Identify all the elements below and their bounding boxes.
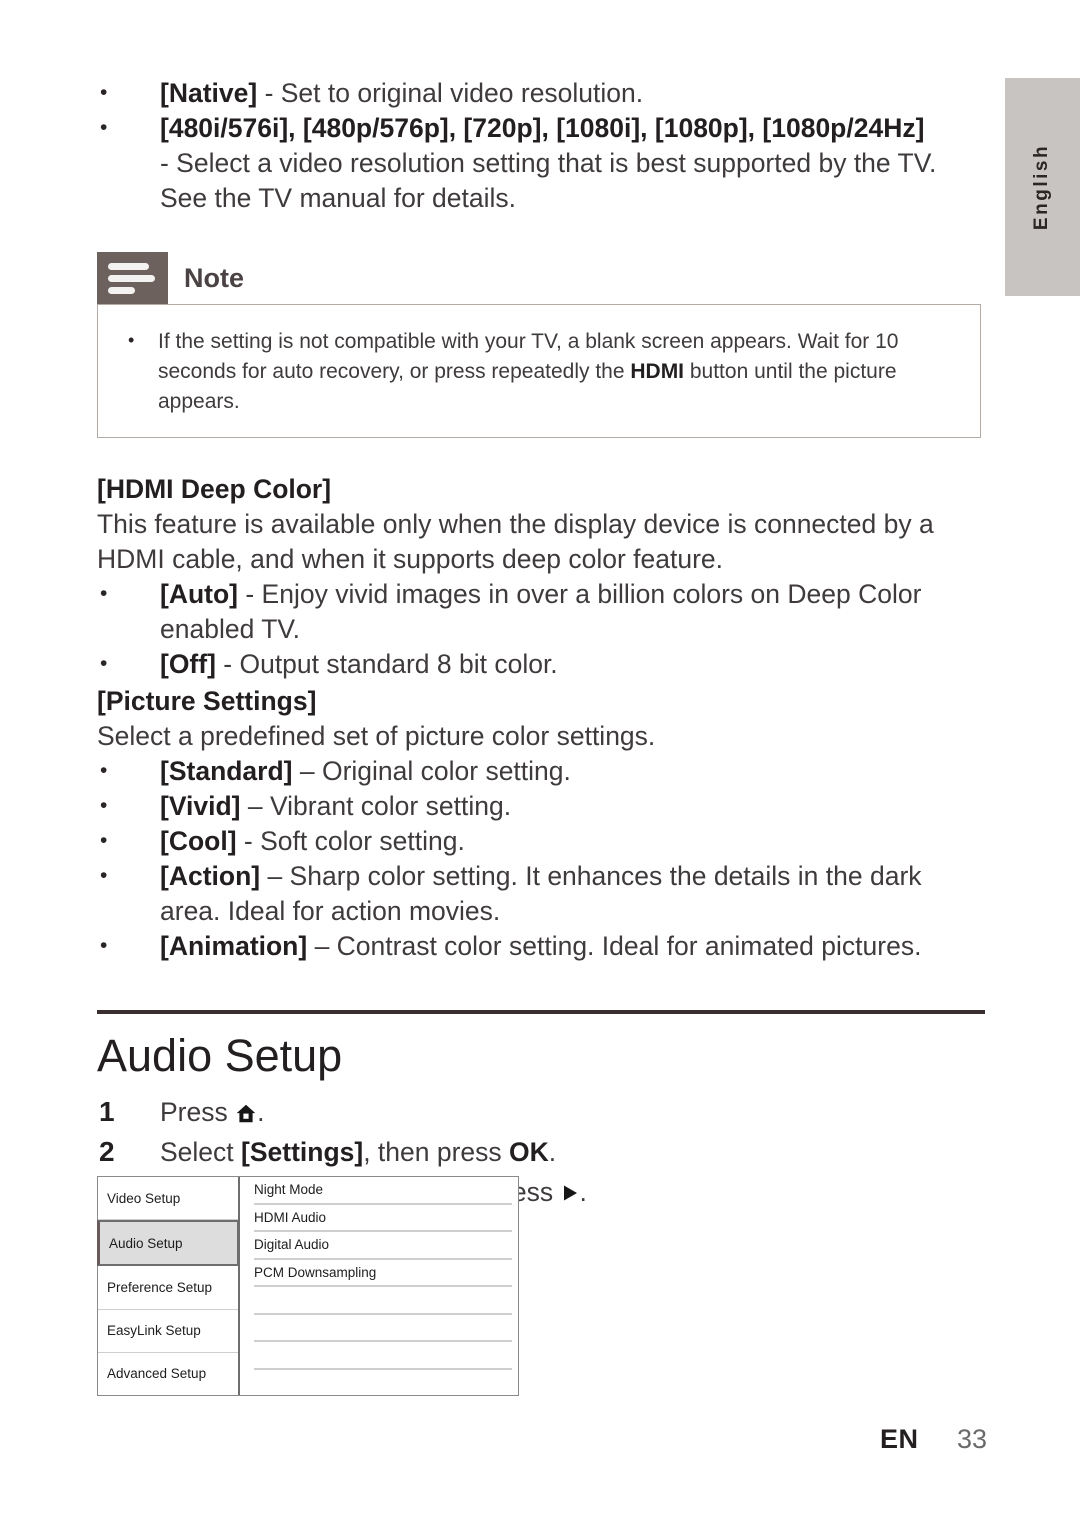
bullet-text: – Contrast color setting. Ideal for anim… bbox=[307, 931, 922, 961]
setup-menu-left-column: Video Setup Audio Setup Preference Setup… bbox=[97, 1177, 240, 1395]
list-item: [Animation] – Contrast color setting. Id… bbox=[97, 928, 987, 964]
list-item: If the setting is not compatible with yo… bbox=[124, 325, 954, 417]
language-tab: English bbox=[1005, 78, 1080, 296]
language-tab-label: English bbox=[1031, 143, 1053, 231]
step-keyword: [Settings] bbox=[241, 1137, 364, 1167]
menu-option-row[interactable]: PCM Downsampling bbox=[254, 1260, 512, 1287]
list-item: [Auto] - Enjoy vivid images in over a bi… bbox=[97, 576, 987, 647]
sidebar-item-preference-setup[interactable]: Preference Setup bbox=[98, 1266, 238, 1310]
sidebar-item-video-setup[interactable]: Video Setup bbox=[98, 1177, 238, 1221]
section-divider bbox=[97, 1010, 985, 1014]
section-intro: This feature is available only when the … bbox=[97, 509, 934, 574]
note-list: If the setting is not compatible with yo… bbox=[124, 325, 954, 417]
list-item: [Native] - Set to original video resolut… bbox=[97, 75, 987, 111]
sidebar-item-label: EasyLink Setup bbox=[107, 1323, 201, 1339]
bullet-term: [Cool] bbox=[160, 826, 237, 856]
menu-option-row-empty bbox=[254, 1287, 512, 1315]
play-right-icon bbox=[562, 1173, 579, 1213]
menu-option-label: Digital Audio bbox=[254, 1237, 330, 1253]
sidebar-item-label: Audio Setup bbox=[109, 1235, 183, 1251]
step-keyword-ok: OK bbox=[509, 1137, 549, 1167]
list-item: [Vivid] – Vibrant color setting. bbox=[97, 788, 987, 824]
menu-option-label: Night Mode bbox=[254, 1182, 324, 1198]
sidebar-item-advanced-setup[interactable]: Advanced Setup bbox=[98, 1353, 238, 1395]
list-item: [480i/576i], [480p/576p], [720p], [1080i… bbox=[97, 110, 987, 146]
bullet-term: [480i/576i], [480p/576p], [720p], [1080i… bbox=[160, 113, 925, 143]
sidebar-item-audio-setup[interactable]: Audio Setup bbox=[97, 1220, 239, 1267]
list-item: [Action] – Sharp color setting. It enhan… bbox=[97, 858, 987, 929]
bullet-term: [Auto] bbox=[160, 579, 238, 609]
section-heading: [HDMI Deep Color] bbox=[97, 474, 332, 504]
note-lines-icon bbox=[97, 252, 168, 304]
page-title: Audio Setup bbox=[97, 1030, 343, 1081]
list-item: [Standard] – Original color setting. bbox=[97, 753, 987, 789]
bullet-text: - Soft color setting. bbox=[236, 826, 465, 856]
menu-option-row[interactable]: Night Mode bbox=[254, 1177, 512, 1205]
bullet-term: [Animation] bbox=[160, 931, 308, 961]
menu-option-row[interactable]: Digital Audio bbox=[254, 1232, 512, 1260]
hdmi-deep-color-list: [Auto] - Enjoy vivid images in over a bi… bbox=[97, 576, 987, 682]
menu-option-row-empty bbox=[254, 1342, 512, 1370]
section-intro: Select a predefined set of picture color… bbox=[97, 721, 656, 751]
list-item: 2 Select [Settings], then press OK. bbox=[97, 1132, 987, 1172]
hdmi-deep-color-section: [HDMI Deep Color] This feature is availa… bbox=[97, 472, 987, 682]
page-content: [Native] - Set to original video resolut… bbox=[97, 0, 987, 1213]
picture-settings-section: [Picture Settings] Select a predefined s… bbox=[97, 684, 987, 964]
list-item: [Off] - Output standard 8 bit color. bbox=[97, 646, 987, 682]
bullet-text: - Set to original video resolution. bbox=[257, 78, 644, 108]
bullet-text: – Vibrant color setting. bbox=[240, 791, 512, 821]
video-resolution-list: [Native] - Set to original video resolut… bbox=[97, 75, 987, 216]
menu-option-label: PCM Downsampling bbox=[254, 1264, 377, 1280]
bullet-term: [Native] bbox=[160, 78, 258, 108]
setup-menu-right-column: Night Mode HDMI Audio Digital Audio PCM … bbox=[240, 1177, 518, 1395]
menu-option-row[interactable]: HDMI Audio bbox=[254, 1205, 512, 1232]
note-body: If the setting is not compatible with yo… bbox=[97, 304, 981, 438]
step-text: Select bbox=[160, 1137, 242, 1167]
bullet-term: [Vivid] bbox=[160, 791, 241, 821]
sidebar-item-label: Preference Setup bbox=[107, 1280, 213, 1295]
sidebar-item-label: Advanced Setup bbox=[107, 1366, 207, 1382]
step-number: 1 bbox=[99, 1096, 115, 1127]
setup-menu-screenshot: Video Setup Audio Setup Preference Setup… bbox=[97, 1176, 519, 1396]
section-heading: [Picture Settings] bbox=[97, 686, 317, 716]
menu-option-label: HDMI Audio bbox=[254, 1209, 327, 1225]
bullet-text: – Original color setting. bbox=[292, 756, 571, 786]
note-title: Note bbox=[184, 262, 244, 293]
sidebar-item-label: Video Setup bbox=[107, 1190, 181, 1206]
step-text-tail: . bbox=[548, 1137, 557, 1167]
footer-page-number: 33 bbox=[956, 1424, 987, 1454]
bullet-term: [Standard] bbox=[160, 756, 293, 786]
step-text: Press bbox=[160, 1097, 236, 1127]
step-text-tail: . bbox=[579, 1177, 587, 1207]
bullet-term: [Action] bbox=[160, 861, 261, 891]
note-header: Note bbox=[97, 252, 981, 304]
step-number: 2 bbox=[99, 1136, 115, 1167]
bullet-text: – Sharp color setting. It enhances the d… bbox=[160, 861, 922, 926]
step-text-tail: . bbox=[257, 1097, 265, 1127]
note-box: Note If the setting is not compatible wi… bbox=[97, 252, 981, 438]
bullet-text: - Output standard 8 bit color. bbox=[215, 649, 558, 679]
bullet-text: - Select a video resolution setting that… bbox=[160, 148, 937, 213]
list-item: [Cool] - Soft color setting. bbox=[97, 823, 987, 859]
bullet-text: - Enjoy vivid images in over a billion c… bbox=[160, 579, 922, 644]
note-text: If the setting is not compatible with yo… bbox=[158, 330, 899, 413]
bullet-term: [Off] bbox=[160, 649, 216, 679]
list-item: 1 Press . bbox=[97, 1092, 987, 1132]
sidebar-item-easylink-setup[interactable]: EasyLink Setup bbox=[98, 1310, 238, 1353]
menu-option-row-empty bbox=[254, 1370, 512, 1396]
list-item-continuation: - Select a video resolution setting that… bbox=[97, 146, 987, 216]
picture-settings-list: [Standard] – Original color setting. [Vi… bbox=[97, 753, 987, 964]
home-icon bbox=[236, 1104, 256, 1123]
footer-language-code: EN bbox=[879, 1424, 919, 1454]
hdmi-keyword: HDMI bbox=[630, 360, 685, 383]
step-text-mid: , then press bbox=[363, 1137, 510, 1167]
menu-option-row-empty bbox=[254, 1315, 512, 1342]
page-footer: EN 33 bbox=[0, 1424, 1005, 1455]
